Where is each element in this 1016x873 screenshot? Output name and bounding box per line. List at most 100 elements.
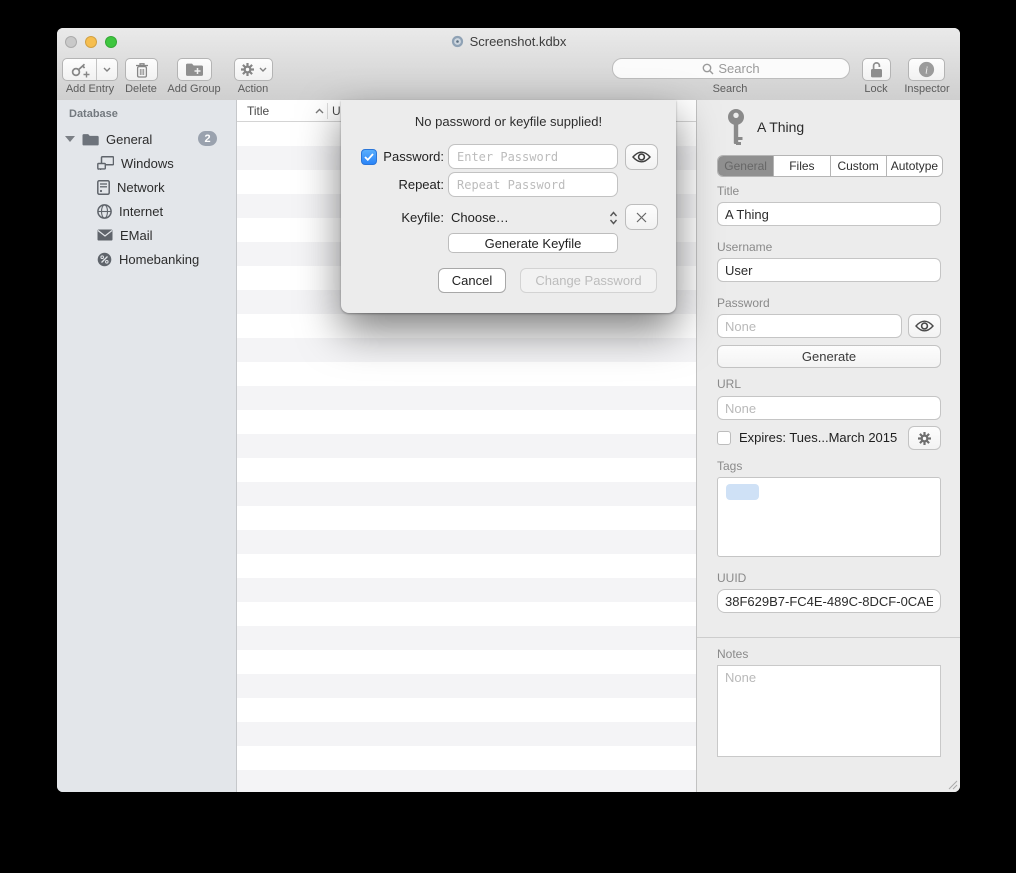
divider xyxy=(697,637,960,638)
notes-field[interactable] xyxy=(717,665,941,757)
unlock-icon xyxy=(869,61,884,78)
dialog-keyfile-label: Keyfile: xyxy=(379,210,444,225)
windows-group-icon xyxy=(97,156,114,170)
sidebar-item-internet[interactable]: Internet xyxy=(97,200,163,222)
folder-icon xyxy=(82,133,99,146)
sidebar-item-network[interactable]: Network xyxy=(97,176,165,198)
change-password-dialog: No password or keyfile supplied! Passwor… xyxy=(341,100,676,313)
lock-button[interactable] xyxy=(862,58,891,81)
title-field-label: Title xyxy=(717,184,739,198)
dialog-show-password-button[interactable] xyxy=(625,144,658,170)
sidebar-item-homebanking[interactable]: Homebanking xyxy=(97,248,199,270)
add-group-button[interactable] xyxy=(177,58,212,81)
show-password-button[interactable] xyxy=(908,314,941,338)
delete-label: Delete xyxy=(125,83,157,95)
clear-keyfile-button[interactable] xyxy=(625,204,658,230)
sidebar-item-windows[interactable]: Windows xyxy=(97,152,174,174)
sort-ascending-icon xyxy=(315,108,324,114)
action-button[interactable] xyxy=(234,58,273,81)
column-divider[interactable] xyxy=(327,103,328,119)
titlebar-toolbar: Screenshot.kdbx Add Entry Delete Add Gro… xyxy=(57,28,960,101)
password-field[interactable] xyxy=(717,314,902,338)
gear-icon xyxy=(917,431,932,446)
dialog-password-input[interactable] xyxy=(448,144,618,169)
add-entry-button[interactable] xyxy=(62,58,118,81)
tab-files[interactable]: Files xyxy=(773,156,829,176)
column-header-title[interactable]: Title xyxy=(247,104,269,118)
uuid-label: UUID xyxy=(717,571,746,585)
keyfile-popup-value: Choose… xyxy=(451,210,609,225)
search-label: Search xyxy=(713,83,748,95)
window-title: Screenshot.kdbx xyxy=(470,34,567,49)
password-enable-checkbox[interactable] xyxy=(361,149,377,165)
cancel-button[interactable]: Cancel xyxy=(438,268,506,293)
expires-settings-button[interactable] xyxy=(908,426,941,450)
inspector-button[interactable]: i xyxy=(908,58,945,81)
dialog-password-label: Password: xyxy=(379,149,444,164)
eye-icon xyxy=(915,320,934,332)
chevron-down-icon xyxy=(259,67,267,72)
key-icon xyxy=(723,108,749,148)
add-entry-dropdown[interactable] xyxy=(96,59,117,80)
add-entry-label: Add Entry xyxy=(66,83,114,95)
chevron-down-icon xyxy=(103,67,111,72)
percent-icon xyxy=(97,252,112,267)
sidebar-item-label: EMail xyxy=(120,228,153,243)
sidebar-item-label: Windows xyxy=(121,156,174,171)
svg-text:i: i xyxy=(925,65,928,77)
info-icon: i xyxy=(918,61,935,78)
sidebar-item-label: Homebanking xyxy=(119,252,199,267)
sidebar-section-header: Database xyxy=(69,108,118,120)
dialog-message: No password or keyfile supplied! xyxy=(341,114,676,129)
gear-icon xyxy=(240,62,255,77)
document-proxy-icon xyxy=(451,35,464,48)
group-count-badge: 2 xyxy=(198,131,217,146)
envelope-icon xyxy=(97,229,113,241)
expires-label: Expires: Tues...March 2015 xyxy=(739,430,897,445)
trash-icon xyxy=(135,62,149,78)
tags-box[interactable] xyxy=(717,477,941,557)
sidebar-item-email[interactable]: EMail xyxy=(97,224,153,246)
url-field[interactable] xyxy=(717,396,941,420)
sidebar-item-label: Network xyxy=(117,180,165,195)
resize-grip[interactable] xyxy=(946,778,958,790)
notes-label: Notes xyxy=(717,647,748,661)
username-field[interactable] xyxy=(717,258,941,282)
username-field-label: Username xyxy=(717,240,772,254)
action-label: Action xyxy=(238,83,269,95)
tab-autotype[interactable]: Autotype xyxy=(886,156,942,176)
sidebar-item-general[interactable]: General 2 xyxy=(65,128,229,150)
sidebar-item-label: Internet xyxy=(119,204,163,219)
generate-keyfile-button[interactable]: Generate Keyfile xyxy=(448,233,618,253)
delete-button[interactable] xyxy=(125,58,158,81)
disclosure-triangle-icon[interactable] xyxy=(65,136,75,142)
app-window: Screenshot.kdbx Add Entry Delete Add Gro… xyxy=(57,28,960,792)
sidebar: Database General 2 Windows Network Inter… xyxy=(57,100,237,792)
uuid-field[interactable] xyxy=(717,589,941,613)
close-x-icon xyxy=(636,212,647,223)
check-icon xyxy=(364,153,374,161)
up-down-chevrons-icon xyxy=(609,211,618,225)
folder-plus-icon xyxy=(185,62,204,77)
expires-checkbox[interactable] xyxy=(717,431,731,445)
eye-icon xyxy=(632,151,651,163)
tab-general[interactable]: General xyxy=(718,156,773,176)
globe-icon xyxy=(97,204,112,219)
change-password-button[interactable]: Change Password xyxy=(520,268,657,293)
add-group-label: Add Group xyxy=(167,83,220,95)
title-field[interactable] xyxy=(717,202,941,226)
tags-label: Tags xyxy=(717,459,742,473)
search-input[interactable]: Search xyxy=(612,58,850,79)
dialog-repeat-input[interactable] xyxy=(448,172,618,197)
lock-label: Lock xyxy=(864,83,887,95)
tag-chip[interactable] xyxy=(726,484,759,500)
inspector-panel: A Thing General Files Custom Autotype Ti… xyxy=(696,100,960,792)
keyfile-popup[interactable]: Choose… xyxy=(451,205,618,230)
tab-custom[interactable]: Custom xyxy=(830,156,886,176)
dialog-repeat-label: Repeat: xyxy=(379,177,444,192)
generate-password-button[interactable]: Generate xyxy=(717,345,941,368)
entry-title: A Thing xyxy=(757,119,804,135)
url-field-label: URL xyxy=(717,377,741,391)
search-icon xyxy=(702,63,714,75)
key-plus-icon[interactable] xyxy=(63,59,96,80)
